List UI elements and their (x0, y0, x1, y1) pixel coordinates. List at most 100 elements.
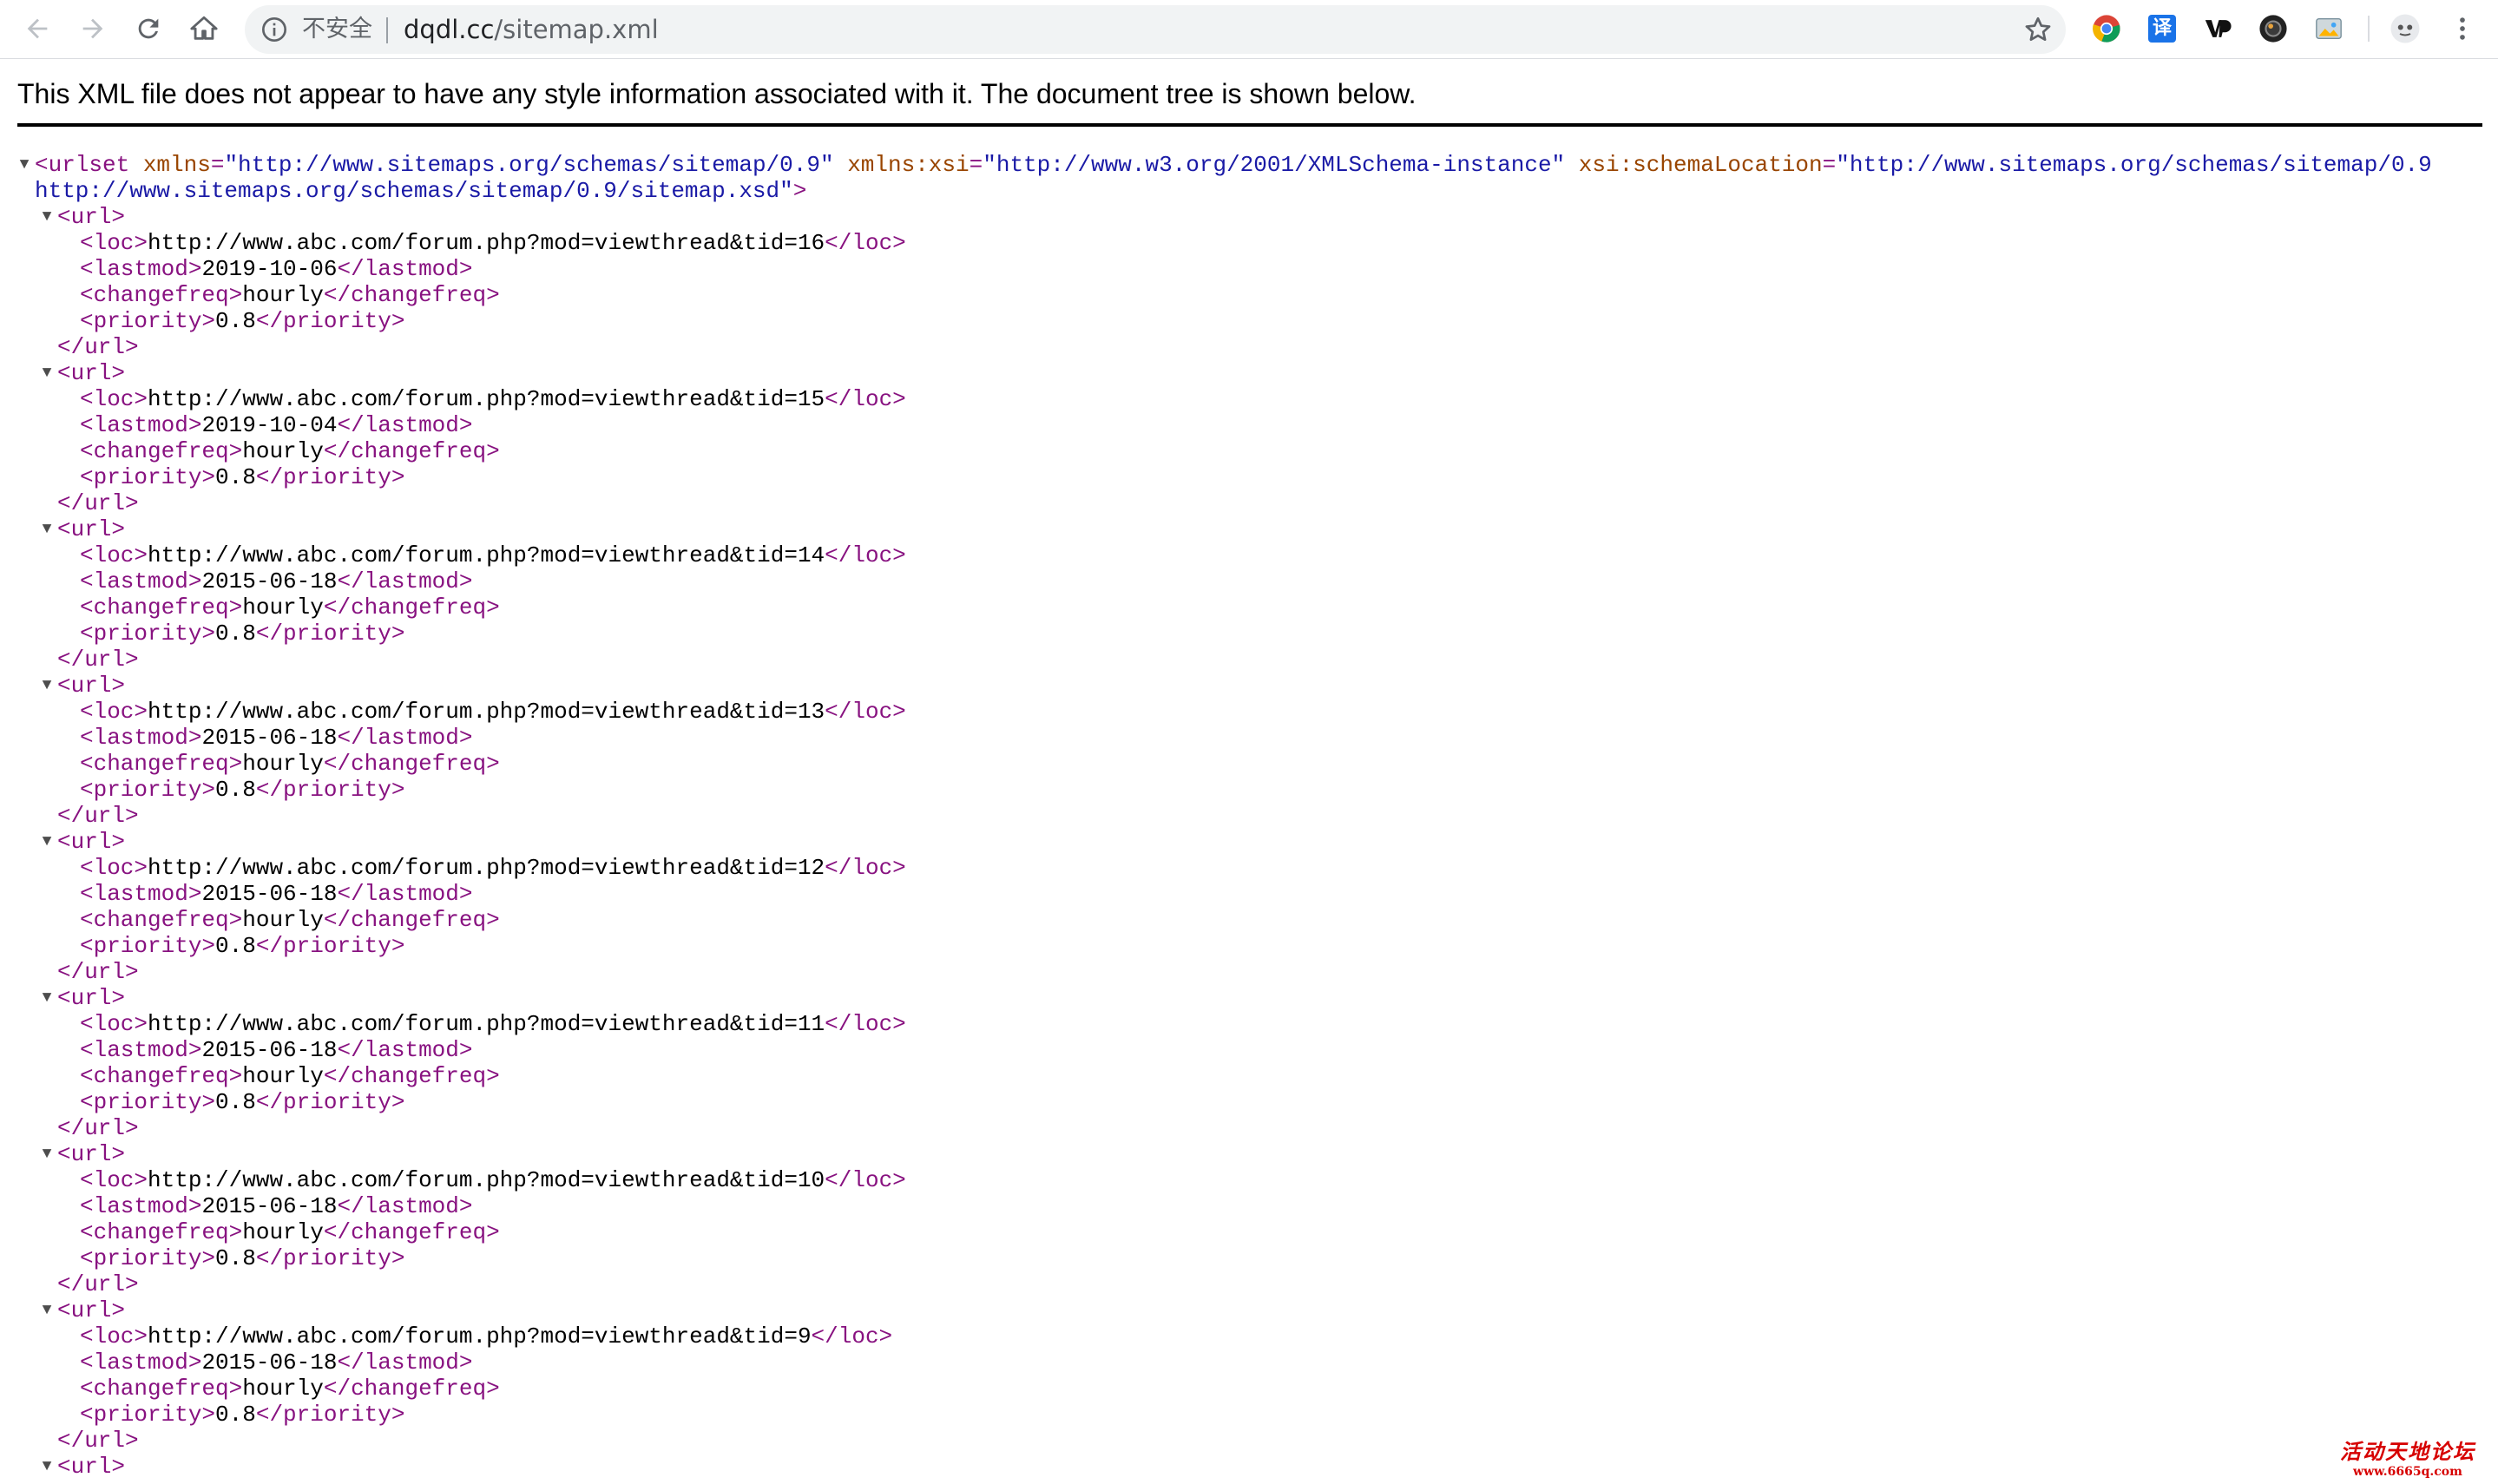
fold-toggle-urlset[interactable]: ▼ (16, 152, 33, 178)
loc-value: http://www.abc.com/forum.php?mod=viewthr… (148, 1011, 825, 1037)
fold-toggle-url[interactable]: ▼ (38, 516, 56, 542)
changefreq-element: <changefreq>hourly</changefreq> (80, 438, 500, 464)
tag-name: <url> (57, 673, 126, 699)
lastmod-close-tag: </lastmod> (337, 1349, 473, 1376)
fold-toggle-url[interactable]: ▼ (38, 360, 56, 386)
arrow-left-icon (27, 18, 48, 39)
info-divider (17, 123, 2482, 127)
fold-toggle-url[interactable]: ▼ (38, 204, 56, 230)
lastmod-open-tag: <lastmod> (80, 568, 202, 594)
url-close-tag: </url> (57, 803, 139, 829)
camera-icon[interactable] (2257, 12, 2290, 45)
reload-button[interactable] (128, 9, 168, 49)
priority-open-tag: <priority> (80, 1089, 216, 1115)
lastmod-value: 2015-06-18 (201, 568, 338, 594)
changefreq-value: hourly (242, 1376, 324, 1402)
lastmod-close-tag: </lastmod> (337, 568, 473, 594)
priority-element: <priority>0.8</priority> (80, 1402, 404, 1428)
back-button[interactable] (17, 9, 57, 49)
changefreq-value: hourly (242, 751, 324, 777)
fold-toggle-url[interactable]: ▼ (38, 1454, 56, 1480)
url-close-tag: </url> (57, 1115, 139, 1141)
priority-close-tag: </priority> (255, 464, 405, 490)
arrow-right-icon (82, 18, 103, 39)
changefreq-open-tag: <changefreq> (80, 751, 243, 777)
more-vert-icon (2460, 17, 2465, 40)
url-close-tag: </url> (57, 1428, 139, 1454)
watermark: 活动天地论坛 www.6665q.com (2340, 1435, 2475, 1479)
fold-toggle-url[interactable]: ▼ (38, 1297, 56, 1323)
loc-value: http://www.abc.com/forum.php?mod=viewthr… (148, 855, 825, 881)
changefreq-element: <changefreq>hourly</changefreq> (80, 907, 500, 933)
tag-name: </url> (57, 959, 139, 985)
changefreq-open-tag: <changefreq> (80, 1063, 243, 1089)
loc-close-tag: </loc> (825, 855, 906, 881)
changefreq-close-tag: </changefreq> (323, 1063, 500, 1089)
priority-element: <priority>0.8</priority> (80, 464, 404, 490)
lastmod-element: <lastmod>2015-06-18</lastmod> (80, 725, 473, 751)
account-icon[interactable] (2389, 12, 2422, 45)
changefreq-value: hourly (242, 438, 324, 464)
priority-open-tag: <priority> (80, 933, 216, 959)
lastmod-value: 2019-10-04 (201, 412, 338, 438)
priority-open-tag: <priority> (80, 777, 216, 803)
fold-toggle-url[interactable]: ▼ (38, 673, 56, 699)
lastmod-value: 2015-06-18 (201, 1037, 338, 1063)
priority-open-tag: <priority> (80, 464, 216, 490)
omnibox-divider (386, 17, 388, 43)
translate-icon[interactable]: 译 (2146, 12, 2179, 45)
lastmod-value: 2015-06-18 (201, 725, 338, 751)
chrome-icon[interactable] (2090, 12, 2123, 45)
home-icon (190, 16, 218, 40)
loc-close-tag: </loc> (825, 386, 906, 412)
tag-name: </url> (57, 647, 139, 673)
priority-close-tag: </priority> (255, 1402, 405, 1428)
url-close-tag: </url> (57, 647, 139, 673)
lastmod-open-tag: <lastmod> (80, 725, 202, 751)
forward-button[interactable] (73, 9, 113, 49)
tag-name: <url> (57, 360, 126, 386)
changefreq-element: <changefreq>hourly</changefreq> (80, 751, 500, 777)
priority-value: 0.8 (215, 1089, 256, 1115)
fold-toggle-url[interactable]: ▼ (38, 829, 56, 855)
image-icon[interactable] (2312, 12, 2345, 45)
security-label[interactable]: 不安全 (302, 15, 372, 44)
priority-close-tag: </priority> (255, 1245, 405, 1271)
watermark-title: 活动天地论坛 (2340, 1439, 2475, 1464)
translate-glyph: 译 (2148, 15, 2176, 43)
lastmod-close-tag: </lastmod> (337, 256, 473, 282)
loc-close-tag: </loc> (825, 1167, 906, 1193)
info-icon[interactable] (260, 16, 288, 43)
tag-name: <url> (57, 1141, 126, 1167)
lastmod-element: <lastmod>2019-10-06</lastmod> (80, 256, 473, 282)
toolbar-separator (2368, 16, 2370, 42)
lastmod-element: <lastmod>2015-06-18</lastmod> (80, 881, 473, 907)
changefreq-open-tag: <changefreq> (80, 1376, 243, 1402)
address-bar[interactable]: 不安全 dqdl.cc/sitemap.xml (245, 5, 2066, 54)
fold-toggle-url[interactable]: ▼ (38, 1141, 56, 1167)
tag-name: <url> (57, 1297, 126, 1323)
fold-toggle-url[interactable]: ▼ (38, 985, 56, 1011)
loc-value: http://www.abc.com/forum.php?mod=viewthr… (148, 1323, 812, 1349)
changefreq-close-tag: </changefreq> (323, 282, 500, 308)
lastmod-close-tag: </lastmod> (337, 881, 473, 907)
changefreq-element: <changefreq>hourly</changefreq> (80, 1063, 500, 1089)
changefreq-element: <changefreq>hourly</changefreq> (80, 282, 500, 308)
changefreq-value: hourly (242, 594, 324, 621)
loc-element: <loc>http://www.abc.com/forum.php?mod=vi… (80, 1323, 892, 1349)
changefreq-value: hourly (242, 907, 324, 933)
bookmark-star-icon[interactable] (2022, 14, 2054, 45)
url-text[interactable]: dqdl.cc/sitemap.xml (404, 15, 659, 44)
menu-button[interactable] (2446, 12, 2479, 45)
tag-name: <url> (57, 829, 126, 855)
loc-open-tag: <loc> (80, 230, 148, 256)
priority-value: 0.8 (215, 777, 256, 803)
home-button[interactable] (184, 9, 224, 49)
changefreq-close-tag: </changefreq> (323, 438, 500, 464)
vimeo-icon[interactable] (2201, 12, 2234, 45)
loc-close-tag: </loc> (811, 1323, 893, 1349)
lastmod-value: 2015-06-18 (201, 881, 338, 907)
changefreq-close-tag: </changefreq> (323, 751, 500, 777)
loc-element: <loc>http://www.abc.com/forum.php?mod=vi… (80, 230, 906, 256)
priority-open-tag: <priority> (80, 1245, 216, 1271)
